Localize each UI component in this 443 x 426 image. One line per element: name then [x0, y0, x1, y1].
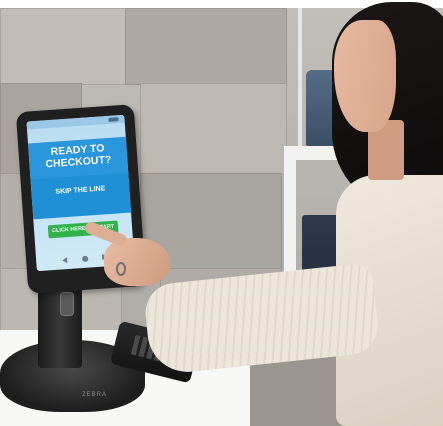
status-bar — [26, 114, 125, 130]
wall-tile — [125, 8, 287, 85]
wall-tile — [0, 8, 127, 85]
stand-clip — [60, 292, 74, 316]
stand-logo: ZEBRA — [82, 392, 108, 398]
person-hand — [104, 238, 170, 286]
wall-tile — [140, 83, 287, 175]
back-icon[interactable] — [62, 257, 68, 264]
photo-scene: ZEBRA READY TO CHECKOUT? SKIP THE LINE C… — [0, 0, 443, 426]
home-icon[interactable] — [81, 255, 89, 263]
shelf-frame — [298, 8, 302, 148]
battery-icon — [108, 117, 119, 122]
person-face — [334, 20, 396, 132]
ring — [116, 262, 126, 276]
